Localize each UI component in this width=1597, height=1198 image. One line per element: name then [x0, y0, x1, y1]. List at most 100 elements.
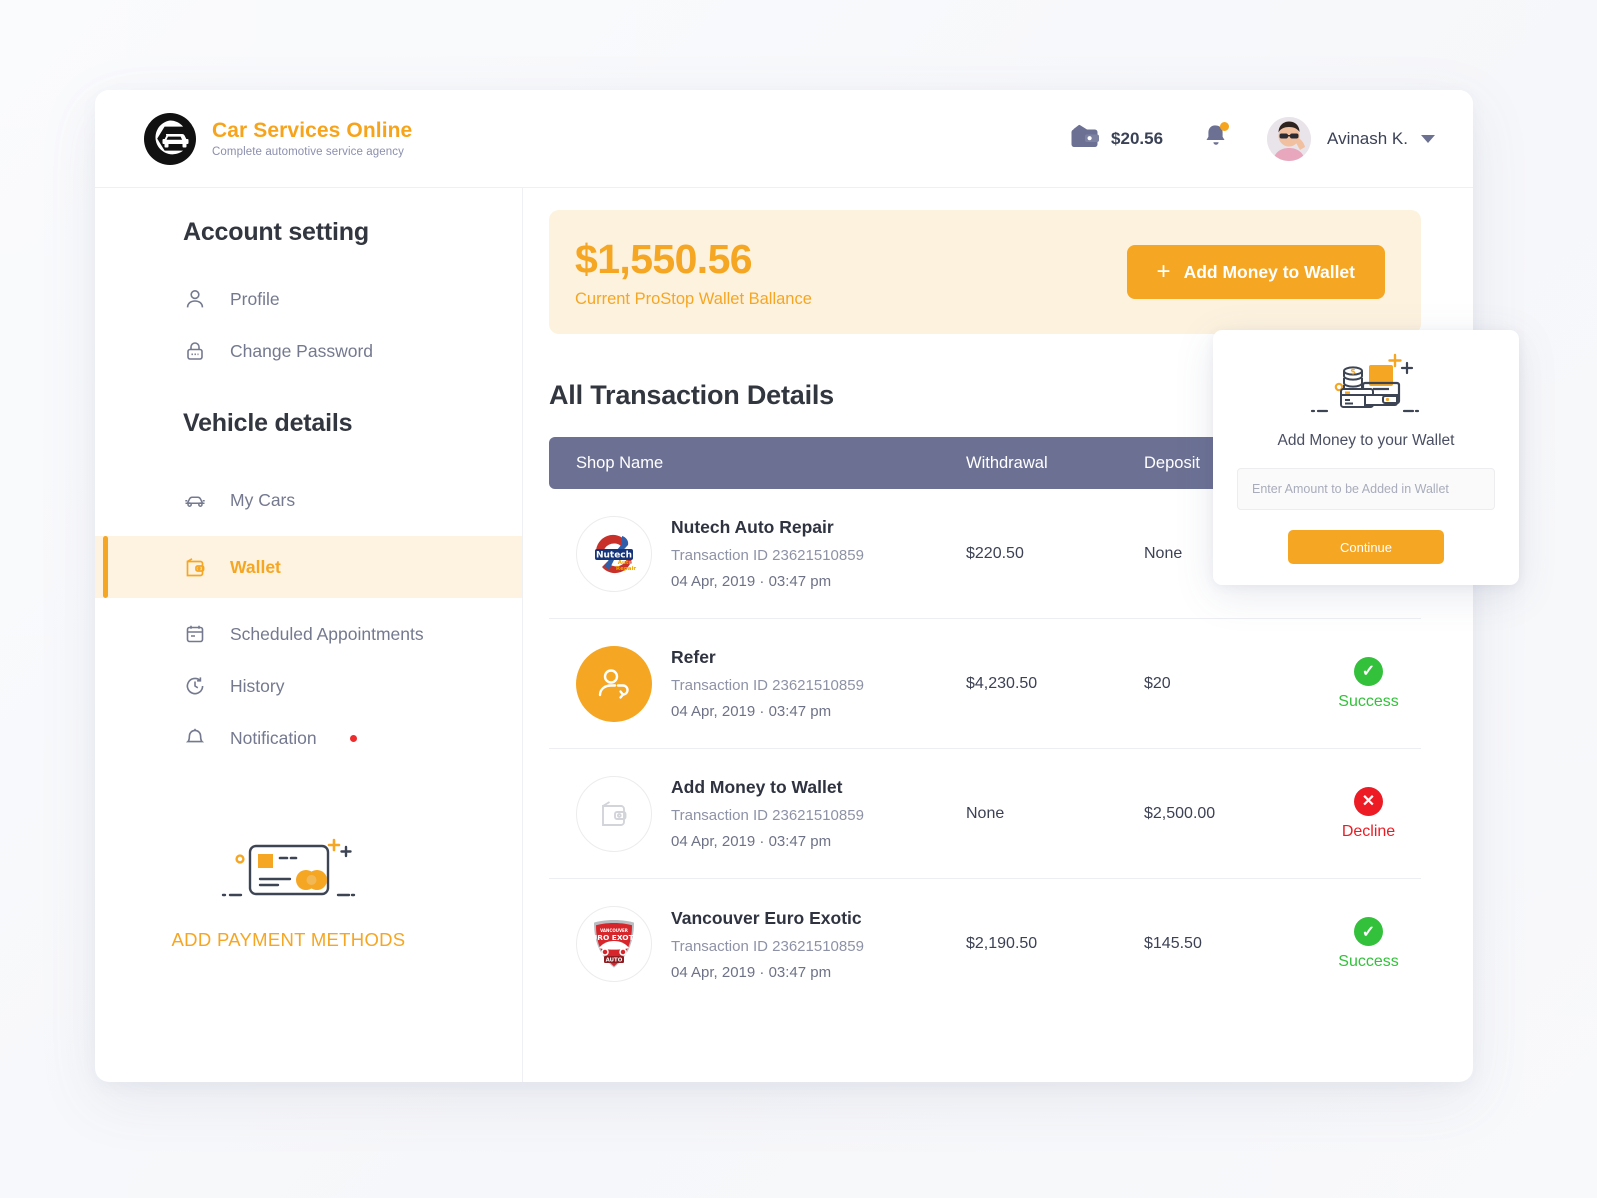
withdrawal-amount: None	[966, 804, 1005, 822]
sidebar-item-label: Notification	[230, 727, 317, 748]
deposit-amount: $20	[1144, 674, 1171, 692]
status-cell: ✕ Decline	[1316, 786, 1421, 841]
table-row[interactable]: VANCOUVER EURO EXOTIC AUTO Vancouver Eur…	[549, 879, 1421, 1009]
sidebar-item-notification[interactable]: Notification	[95, 712, 522, 764]
content-area: $1,550.56 Current ProStop Wallet Ballanc…	[523, 188, 1473, 1082]
avatar[interactable]	[1267, 116, 1312, 161]
table-row[interactable]: Refer Transaction ID 23621510859 04 Apr,…	[549, 619, 1421, 749]
status-badge: ✓ Success	[1316, 656, 1421, 711]
sidebar-item-history[interactable]: History	[95, 660, 522, 712]
transaction-datetime: 04 Apr, 2019 · 03:47 pm	[671, 963, 832, 981]
continue-button[interactable]: Continue	[1288, 530, 1444, 564]
shop-info: Nutech Auto Repair Transaction ID 236215…	[671, 517, 864, 590]
header-wallet[interactable]: $20.56	[1070, 123, 1163, 154]
shop-name: Add Money to Wallet	[671, 777, 843, 797]
shop-info: Vancouver Euro Exotic Transaction ID 236…	[671, 908, 864, 981]
shop-name: Refer	[671, 647, 716, 667]
wallet-icon	[183, 555, 207, 579]
shop-name: Nutech Auto Repair	[671, 517, 834, 537]
calendar-icon	[183, 622, 207, 646]
shop-cell: Add Money to Wallet Transaction ID 23621…	[576, 775, 966, 852]
wallet-balance-caption: Current ProStop Wallet Ballance	[575, 289, 812, 308]
wallet-outline-icon	[576, 775, 652, 852]
sidebar-item-my-cars[interactable]: My Cars	[95, 474, 522, 526]
check-circle-icon: ✓	[1354, 917, 1383, 946]
lock-icon	[183, 339, 207, 363]
wallet-money-illustration-icon: $	[1237, 348, 1495, 424]
status-cell: ✓ Success	[1316, 917, 1421, 971]
sidebar-heading-account: Account setting	[183, 218, 369, 246]
chevron-down-icon[interactable]	[1421, 134, 1435, 143]
svg-text:EURO EXOTIC: EURO EXOTIC	[586, 933, 642, 942]
header-wallet-amount: $20.56	[1111, 128, 1164, 148]
status-label: Success	[1338, 692, 1399, 710]
table-row[interactable]: Add Money to Wallet Transaction ID 23621…	[549, 749, 1421, 879]
nutech-auto-repair-logo-icon: Nutech Auto Repair	[576, 515, 652, 592]
user-name: Avinash K.	[1327, 128, 1408, 148]
status-badge: ✓ Success	[1316, 917, 1421, 971]
sidebar-item-label: Scheduled Appointments	[230, 623, 424, 644]
sidebar-item-label: Wallet	[230, 556, 281, 577]
sidebar-item-label: Profile	[230, 288, 280, 309]
clock-icon	[183, 674, 207, 698]
shop-name: Vancouver Euro Exotic	[671, 907, 862, 928]
wallet-balance-text: $1,550.56 Current ProStop Wallet Ballanc…	[575, 236, 812, 309]
brand-subtitle: Complete automotive service agency	[212, 146, 404, 158]
x-circle-icon: ✕	[1354, 786, 1383, 816]
status-label: Success	[1338, 953, 1399, 970]
user-icon	[183, 287, 207, 311]
shop-cell: VANCOUVER EURO EXOTIC AUTO Vancouver Eur…	[576, 906, 966, 982]
sidebar-item-label: Change Password	[230, 340, 373, 361]
transaction-id: Transaction ID 23621510859	[671, 937, 864, 955]
car-icon	[183, 488, 207, 512]
status-label: Decline	[1341, 822, 1396, 840]
status-cell: ✓ Success	[1316, 656, 1421, 711]
wallet-balance-amount: $1,550.56	[575, 235, 753, 282]
vancouver-euro-exotic-logo-icon: VANCOUVER EURO EXOTIC AUTO	[576, 906, 652, 982]
add-payment-methods[interactable]: ADD PAYMENT METHODS	[95, 832, 522, 951]
sidebar-item-scheduled-appointments[interactable]: Scheduled Appointments	[95, 608, 522, 660]
deposit-amount: $2,500.00	[1144, 804, 1216, 822]
deposit-amount: $145.50	[1144, 935, 1202, 952]
sidebar-item-change-password[interactable]: Change Password	[95, 325, 522, 377]
transaction-id: Transaction ID 23621510859	[671, 677, 864, 694]
transaction-datetime: 04 Apr, 2019 · 03:47 pm	[671, 573, 832, 590]
credit-card-illustration-icon	[95, 832, 482, 913]
top-bar-right: $20.56 Avinash K.	[1070, 116, 1435, 161]
check-circle-icon: ✓	[1354, 656, 1383, 686]
svg-text:AUTO: AUTO	[606, 958, 623, 964]
car-services-logo-icon	[142, 111, 198, 167]
app-window: Car Services Online Complete automotive …	[95, 90, 1519, 1082]
transaction-id: Transaction ID 23621510859	[671, 807, 864, 824]
withdrawal-amount: $220.50	[966, 544, 1024, 562]
svg-text:Nutech: Nutech	[596, 550, 632, 560]
brand[interactable]: Car Services Online Complete automotive …	[142, 111, 412, 167]
body: Account setting Profile Change Password …	[95, 188, 1473, 1082]
sidebar-item-wallet[interactable]: Wallet	[95, 536, 522, 598]
sidebar-item-label: History	[230, 675, 285, 696]
column-header-shop-name: Shop Name	[576, 453, 664, 472]
transaction-datetime: 04 Apr, 2019 · 03:47 pm	[671, 703, 832, 720]
transaction-id: Transaction ID 23621510859	[671, 547, 864, 564]
refer-user-icon	[576, 645, 652, 722]
wallet-icon	[1070, 123, 1100, 154]
sidebar: Account setting Profile Change Password …	[95, 188, 523, 1082]
amount-input[interactable]	[1237, 468, 1495, 510]
sidebar-item-label: My Cars	[230, 489, 296, 510]
notifications-button[interactable]	[1205, 122, 1230, 154]
add-money-popup: $ Add Money to your Wallet Enter Amount …	[1213, 330, 1519, 585]
transaction-datetime: 04 Apr, 2019 · 03:47 pm	[671, 833, 832, 850]
svg-text:$: $	[1350, 367, 1356, 376]
bell-icon	[183, 726, 207, 750]
plus-icon: +	[1156, 258, 1171, 285]
shop-cell: Refer Transaction ID 23621510859 04 Apr,…	[576, 645, 966, 722]
sidebar-heading-vehicle: Vehicle details	[183, 409, 353, 437]
brand-text: Car Services Online Complete automotive …	[212, 119, 412, 158]
popup-title: Add Money to your Wallet	[1277, 432, 1455, 449]
sidebar-item-profile[interactable]: Profile	[95, 273, 522, 325]
notification-dot	[349, 734, 357, 742]
top-bar: Car Services Online Complete automotive …	[95, 90, 1473, 188]
add-money-to-wallet-button[interactable]: + Add Money to Wallet	[1126, 245, 1385, 299]
app-root: Car Services Online Complete automotive …	[0, 0, 1597, 1198]
shop-info: Add Money to Wallet Transaction ID 23621…	[671, 777, 864, 850]
